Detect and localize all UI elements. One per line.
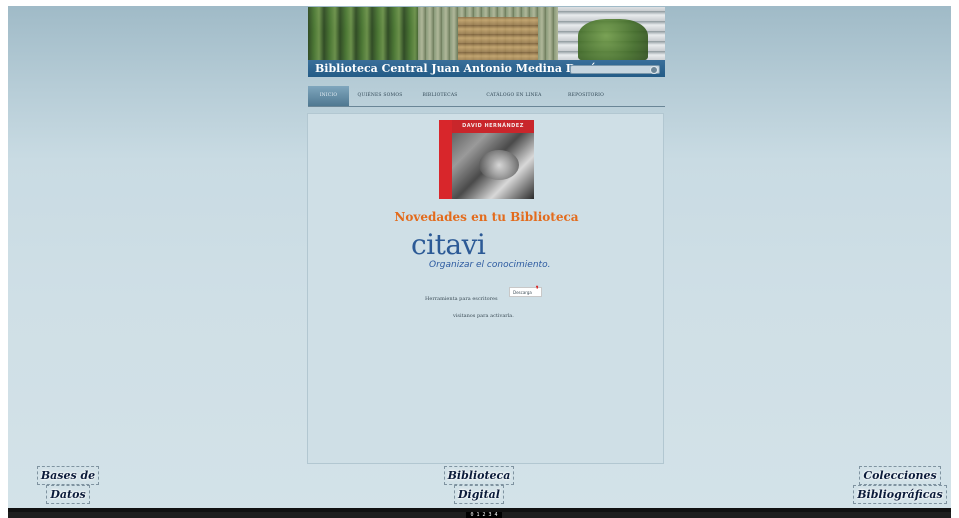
nav-item-bibliotecas[interactable]: BIBLIOTECAS — [420, 86, 460, 106]
biblioteca-digital-link[interactable]: Biblioteca Digital — [434, 466, 524, 504]
search-icon[interactable] — [650, 66, 658, 74]
citavi-tagline: Organizar el conocimiento. — [429, 260, 551, 270]
colecciones-line2: Bibliográficas — [853, 485, 947, 504]
banner-building-facade — [458, 17, 538, 61]
novedades-heading: Novedades en tu Biblioteca — [394, 210, 579, 224]
search-input[interactable] — [570, 65, 660, 74]
bases-de-datos-link[interactable]: Bases de Datos — [28, 466, 108, 504]
page-frame-right — [951, 0, 959, 518]
book-cover-image[interactable]: DAVID HERNÁNDEZ — [439, 120, 534, 199]
colecciones-line1: Colecciones — [859, 466, 941, 485]
bases-de-datos-line1: Bases de — [36, 466, 100, 485]
page-frame-left — [0, 0, 8, 518]
visitor-counter: 0 1 2 3 4 — [466, 512, 502, 518]
main-content-panel: DAVID HERNÁNDEZ Novedades en tu Bibliote… — [307, 113, 664, 464]
visit-text: visitanos para activarla. — [453, 313, 514, 319]
citavi-logo-text: citavi — [411, 228, 486, 261]
download-button[interactable]: Descarga ❜ — [509, 285, 542, 297]
nav-item-repositorio[interactable]: REPOSITORIO — [563, 86, 609, 106]
page-frame-top — [0, 0, 959, 6]
citavi-logo[interactable]: citavi — [411, 228, 486, 261]
book-cover-figure — [479, 150, 519, 180]
main-navigation: INICIO QUIÉNES SOMOS BIBLIOTECAS CATÁLOG… — [308, 86, 665, 107]
biblioteca-digital-line2: Digital — [454, 485, 504, 504]
book-author: DAVID HERNÁNDEZ — [462, 123, 524, 129]
citavi-mark-icon: ❜ — [535, 285, 539, 296]
banner-trees-left — [308, 7, 418, 61]
nav-item-catalogo-en-linea[interactable]: CATÁLOGO EN LINEA — [484, 86, 544, 106]
colecciones-bibliograficas-link[interactable]: Colecciones Bibliográficas — [845, 466, 955, 504]
biblioteca-digital-line1: Biblioteca — [443, 466, 515, 485]
tool-description: Herramienta para escritores — [425, 296, 498, 302]
nav-item-inicio[interactable]: INICIO — [308, 86, 349, 106]
bases-de-datos-line2: Datos — [46, 485, 90, 504]
banner-tree-right — [578, 19, 648, 61]
nav-item-quienes-somos[interactable]: QUIÉNES SOMOS — [355, 86, 405, 106]
site-header-banner: Biblioteca Central Juan Antonio Medina D… — [308, 7, 665, 77]
site-title: Biblioteca Central Juan Antonio Medina D… — [315, 62, 605, 75]
download-button-label: Descarga — [513, 290, 532, 295]
book-cover-spine — [439, 120, 452, 199]
